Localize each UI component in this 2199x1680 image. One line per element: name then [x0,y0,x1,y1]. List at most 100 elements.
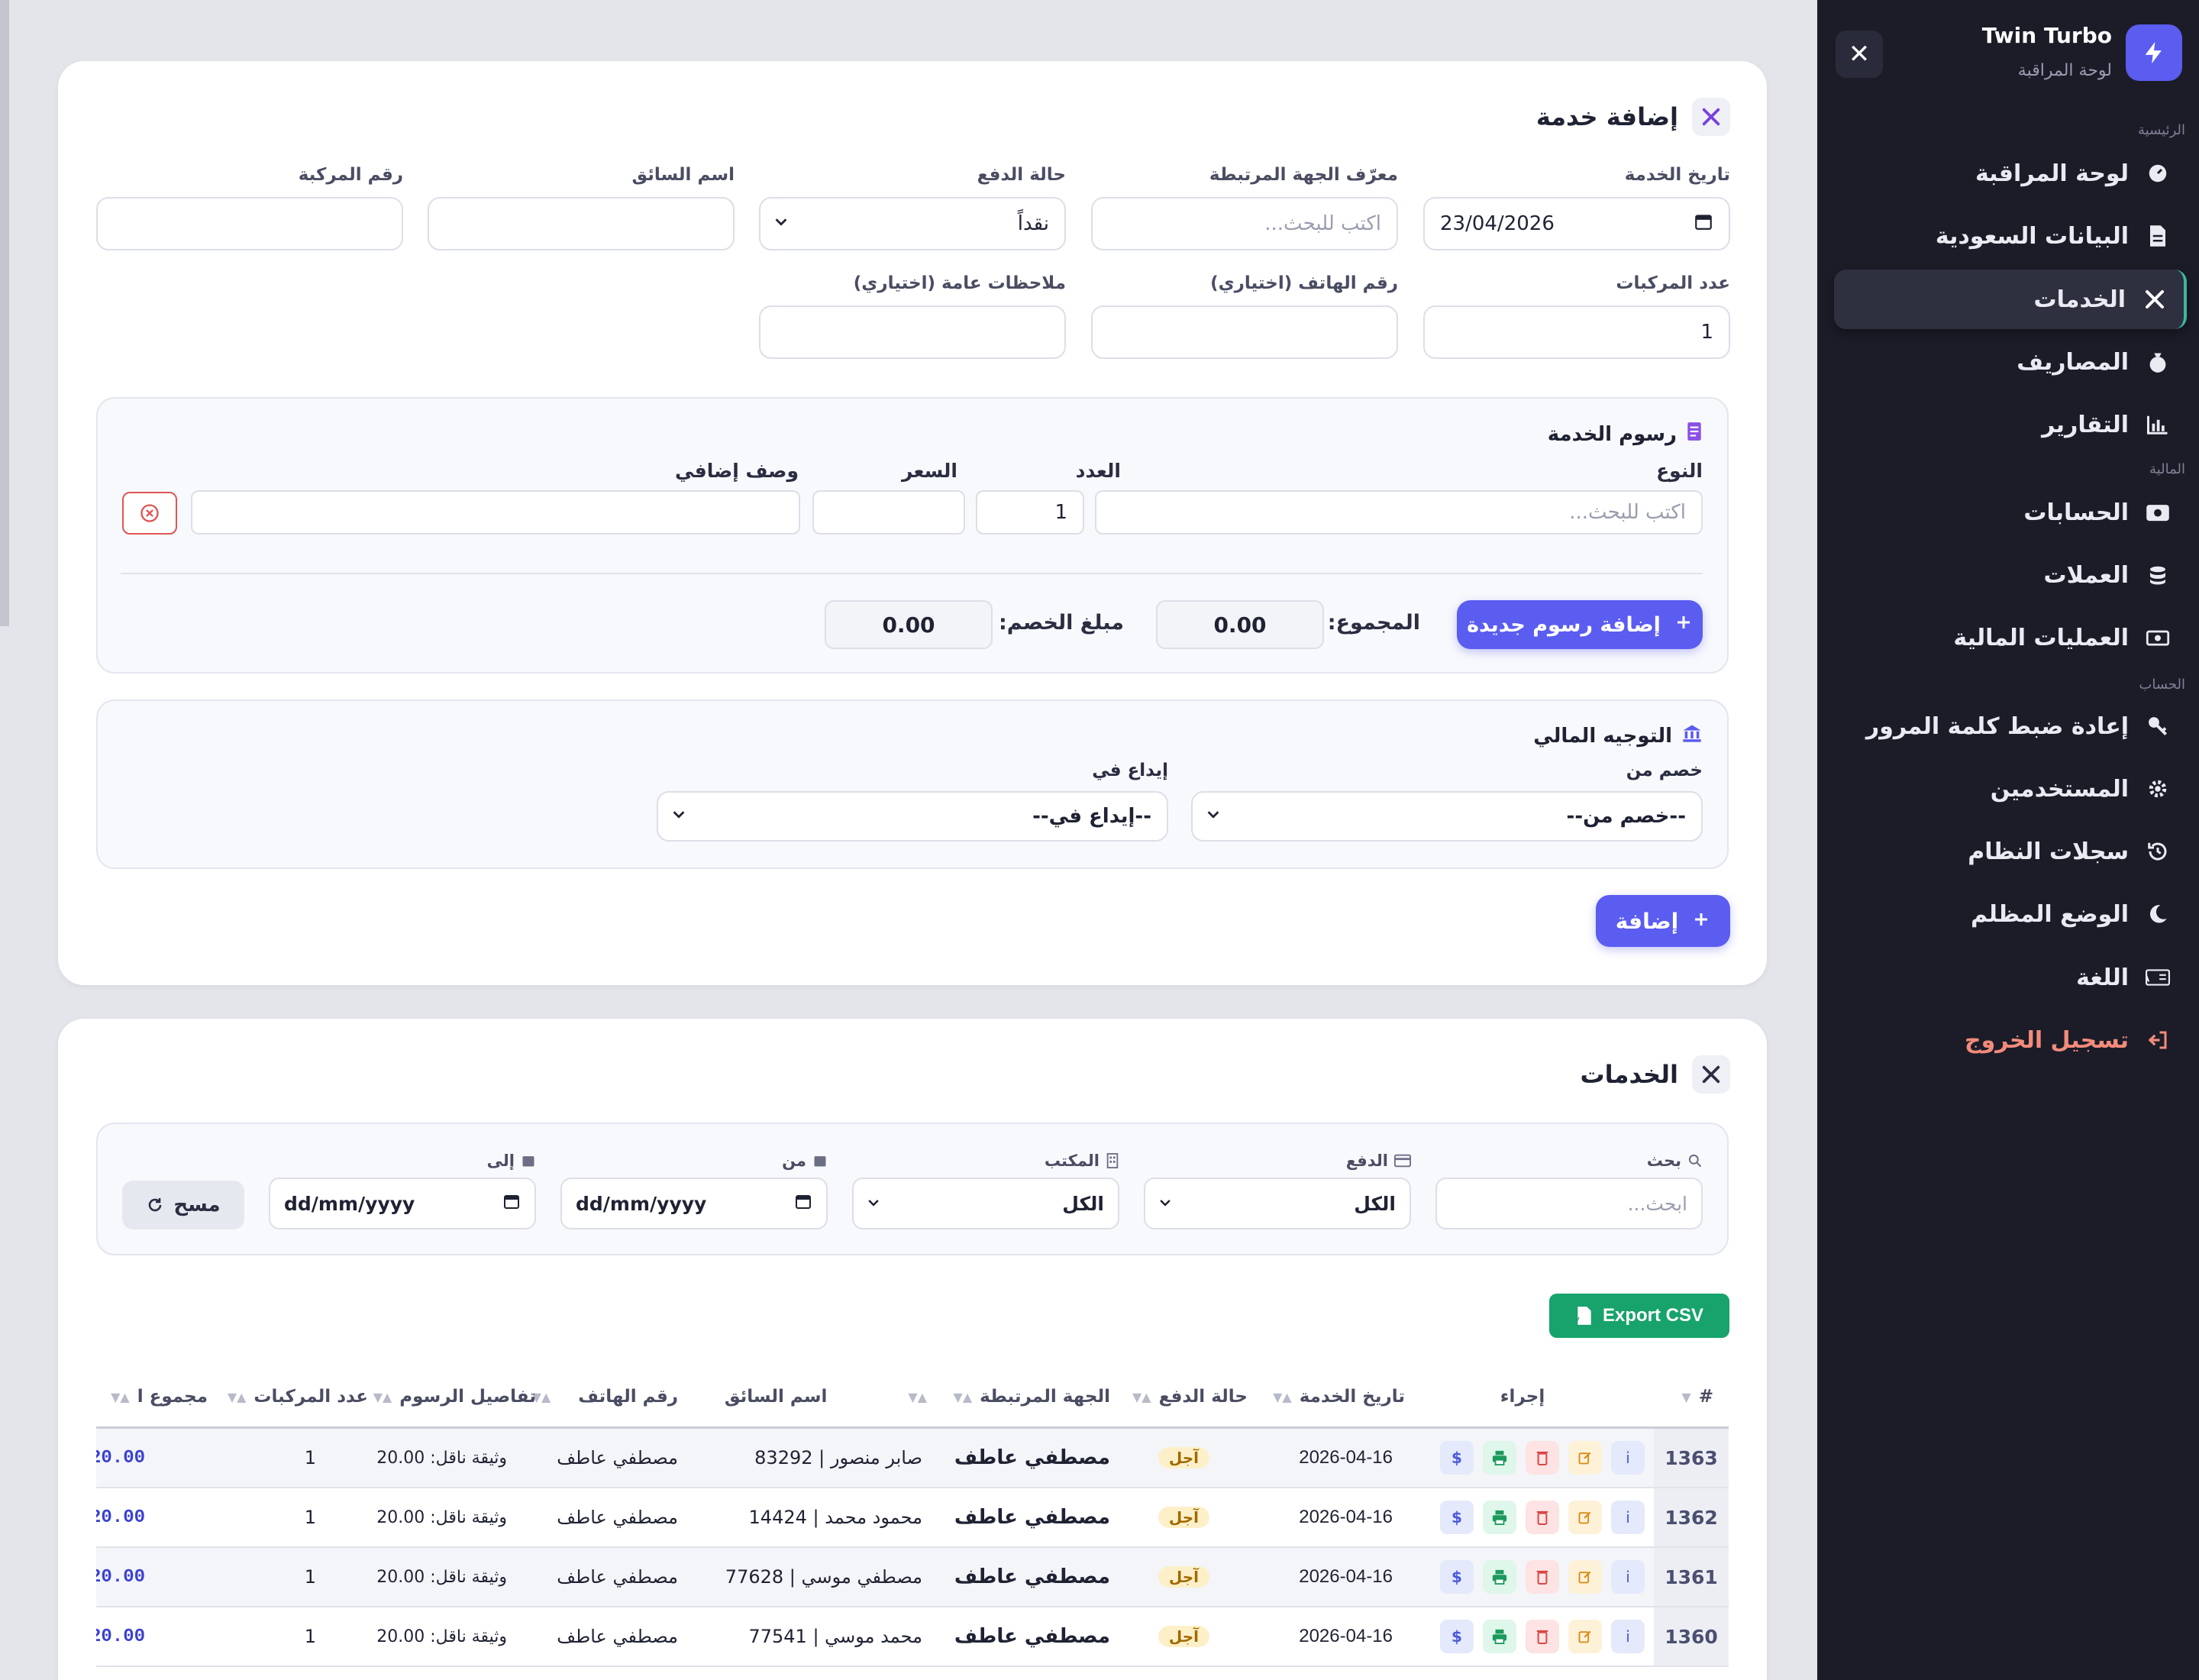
trash-icon[interactable] [1526,1560,1559,1594]
sidebar-item-money-transfer[interactable]: العمليات المالية [1834,608,2187,667]
refresh-icon [149,1198,162,1212]
col-payment-header[interactable]: حالة الدفع ▲▼ [1132,1367,1248,1426]
add-service-submit-button[interactable]: إضافة [1596,895,1730,947]
sidebar-item-label: تسجيل الخروج [1965,1026,2129,1054]
row-total: 20.00 [96,1626,146,1647]
debit-from-select[interactable]: --خصم من-- [1191,791,1703,842]
driver-name-input[interactable] [428,197,735,250]
row-payment-status: آجل [1158,1429,1209,1487]
edit-icon[interactable] [1568,1620,1602,1653]
office-filter-select[interactable]: الكل [852,1178,1119,1229]
edit-icon[interactable] [1568,1501,1602,1534]
fee-count-input[interactable]: 1 [976,490,1084,535]
notes-input[interactable] [759,305,1066,359]
calendar-icon[interactable] [502,1192,521,1215]
phone-input[interactable] [1091,305,1398,359]
row-payment-status: آجل [1158,1548,1209,1606]
print-icon[interactable] [1483,1501,1516,1534]
edit-icon[interactable] [1568,1441,1602,1475]
from-date-input[interactable]: dd/mm/yyyy [560,1178,828,1229]
sidebar-item-language[interactable]: A اللغة [1834,948,2187,1007]
deposit-to-select[interactable]: --إيداع في-- [657,791,1168,842]
print-icon[interactable] [1483,1620,1516,1653]
reset-filters-button[interactable]: مسح [122,1181,244,1229]
fee-desc-input[interactable] [191,490,800,535]
payment-filter-select[interactable]: الكل [1144,1178,1411,1229]
row-date: 2026-04-16 [1299,1626,1393,1646]
col-phone-header[interactable]: رقم الهاتف ▲▼ [532,1367,678,1426]
plate-number-input[interactable] [96,197,403,250]
vehicle-count-input[interactable]: 1 [1423,305,1730,359]
sidebar-item-logout[interactable]: تسجيل الخروج [1834,1010,2187,1070]
fee-price-input[interactable] [812,490,965,535]
tools-icon [2142,287,2167,312]
col-driver-header[interactable]: ▲▼ اسم السائق [725,1367,927,1426]
page-scrollbar[interactable] [0,0,9,626]
info-icon[interactable]: i [1611,1620,1645,1653]
row-phone: مصطفي عاطف [557,1566,678,1588]
add-fee-button[interactable]: إضافة رسوم جديدة [1457,600,1703,649]
office-filter-label-text: المكتب [1044,1152,1100,1170]
sidebar-item-chart[interactable]: التقارير [1834,395,2187,454]
col-id-header[interactable]: # ▼ [1681,1367,1713,1426]
edit-icon[interactable] [1568,1560,1602,1594]
calendar-icon [522,1156,534,1167]
trash-icon[interactable] [1526,1441,1559,1475]
sidebar-item-gauge[interactable]: لوحة المراقبة [1834,144,2187,203]
close-sidebar-button[interactable]: ✕ [1836,31,1883,78]
sidebar-item-coins[interactable]: العملات [1834,545,2187,605]
col-action-label: إجراء [1500,1387,1545,1407]
sidebar-item-wallet[interactable]: الحسابات [1834,483,2187,542]
remove-fee-button[interactable] [122,492,177,535]
sidebar-item-label: العمليات المالية [1953,624,2129,651]
fees-divider [121,573,1703,574]
payment-status-select[interactable]: نقداً [759,197,1066,250]
to-date-input[interactable]: dd/mm/yyyy [269,1178,536,1229]
sidebar-item-moon[interactable]: الوضع المظلم [1834,884,2187,944]
row-payment-status: آجل [1158,1488,1209,1546]
dollar-icon[interactable]: $ [1440,1441,1474,1475]
trash-icon[interactable] [1526,1620,1559,1653]
info-icon[interactable]: i [1611,1501,1645,1534]
info-icon[interactable]: i [1611,1560,1645,1594]
row-entity: مصطفي عاطف [954,1565,1110,1588]
sidebar-item-money-bag[interactable]: المصاريف [1834,332,2187,392]
bank-icon [1681,722,1703,749]
dollar-icon[interactable]: $ [1440,1501,1474,1534]
col-entity-header[interactable]: الجهة المرتبطة ▲▼ [954,1367,1110,1426]
calendar-icon[interactable] [1694,212,1713,237]
sidebar-item-document[interactable]: البيانات السعودية [1834,206,2187,266]
row-id: 1362 [1654,1488,1729,1546]
dollar-icon[interactable]: $ [1440,1620,1474,1653]
search-input[interactable]: ابحث... [1435,1178,1703,1229]
calendar-icon[interactable] [794,1192,812,1215]
dollar-icon[interactable]: $ [1440,1560,1474,1594]
to-filter-label: إلى [487,1152,536,1170]
sidebar-item-label: التقارير [2042,411,2129,438]
info-icon[interactable]: i [1611,1441,1645,1475]
sidebar-item-label: الحسابات [2023,499,2129,526]
search-filter-label: بحث [1647,1152,1703,1170]
export-csv-button[interactable]: Export CSV CSV [1549,1294,1729,1338]
print-icon[interactable] [1483,1560,1516,1594]
money-bag-icon [2146,350,2170,374]
service-fees-title: رسوم الخدمة [1548,422,1703,447]
col-fees-header[interactable]: تفاصيل الرسوم ▲▼ [373,1367,536,1426]
discount-input[interactable]: 0.00 [825,600,993,649]
col-date-header[interactable]: تاريخ الخدمة ▲▼ [1273,1367,1405,1426]
sidebar-section-account: الحساب [2139,677,2185,693]
row-total: 20.00 [96,1566,146,1588]
sidebar-item-tools[interactable]: الخدمات [1834,270,2187,329]
entity-search-input[interactable]: اكتب للبحث... [1091,197,1398,250]
col-vehicles-header[interactable]: عدد المركبات ▲▼ [228,1367,368,1426]
fee-type-input[interactable]: اكتب للبحث... [1095,490,1703,535]
financial-routing-panel: التوجيه المالي خصم من إيداع في --خصم من-… [96,699,1729,869]
print-icon[interactable] [1483,1441,1516,1475]
service-date-field[interactable]: 23/04/2026 [1423,197,1730,250]
col-total-header[interactable]: مجموع ا ▲▼ [111,1367,208,1426]
services-list-card: الخدمات بحث الدفع المكتب من إلى ابحث... … [58,1019,1767,1680]
sidebar-item-key[interactable]: إعادة ضبط كلمة المرور [1834,696,2187,756]
sidebar-item-gear[interactable]: المستخدمين [1834,759,2187,819]
sidebar-item-history[interactable]: سجلات النظام [1834,822,2187,881]
trash-icon[interactable] [1526,1501,1559,1534]
